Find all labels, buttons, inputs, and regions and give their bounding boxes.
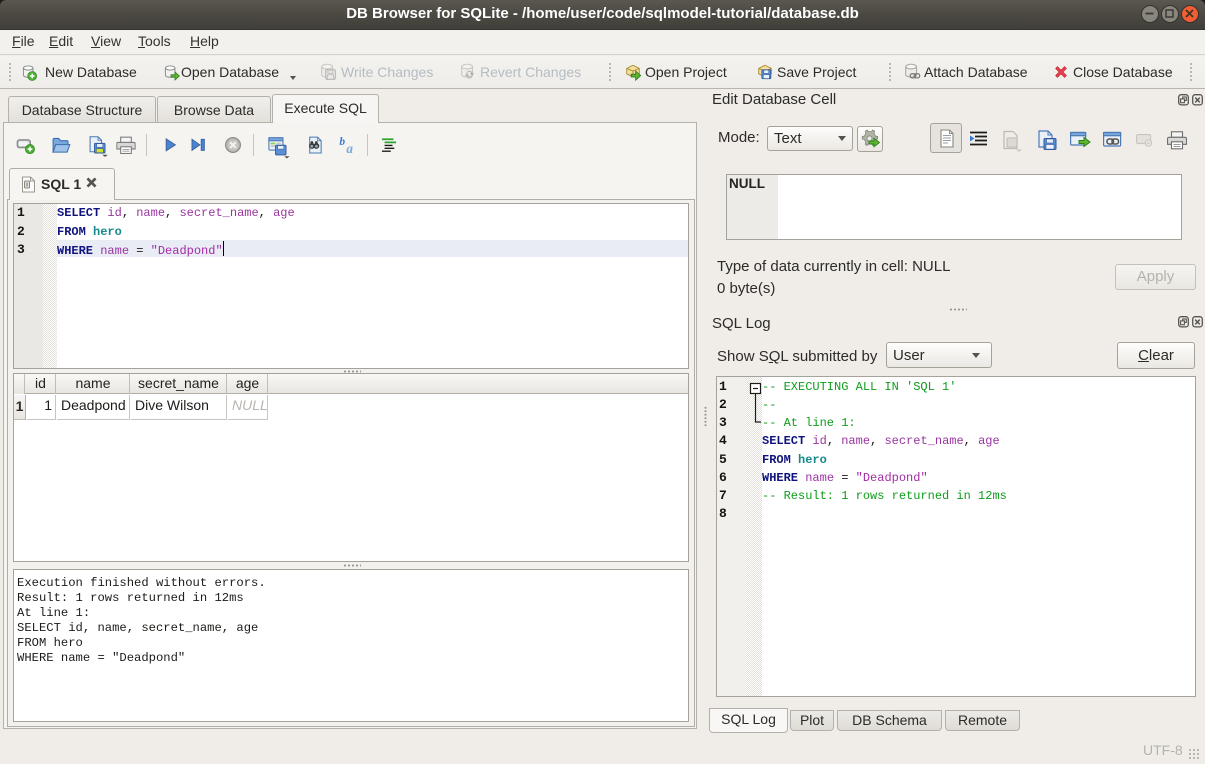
svg-text:a: a <box>346 141 353 156</box>
svg-text:b: b <box>339 136 345 148</box>
